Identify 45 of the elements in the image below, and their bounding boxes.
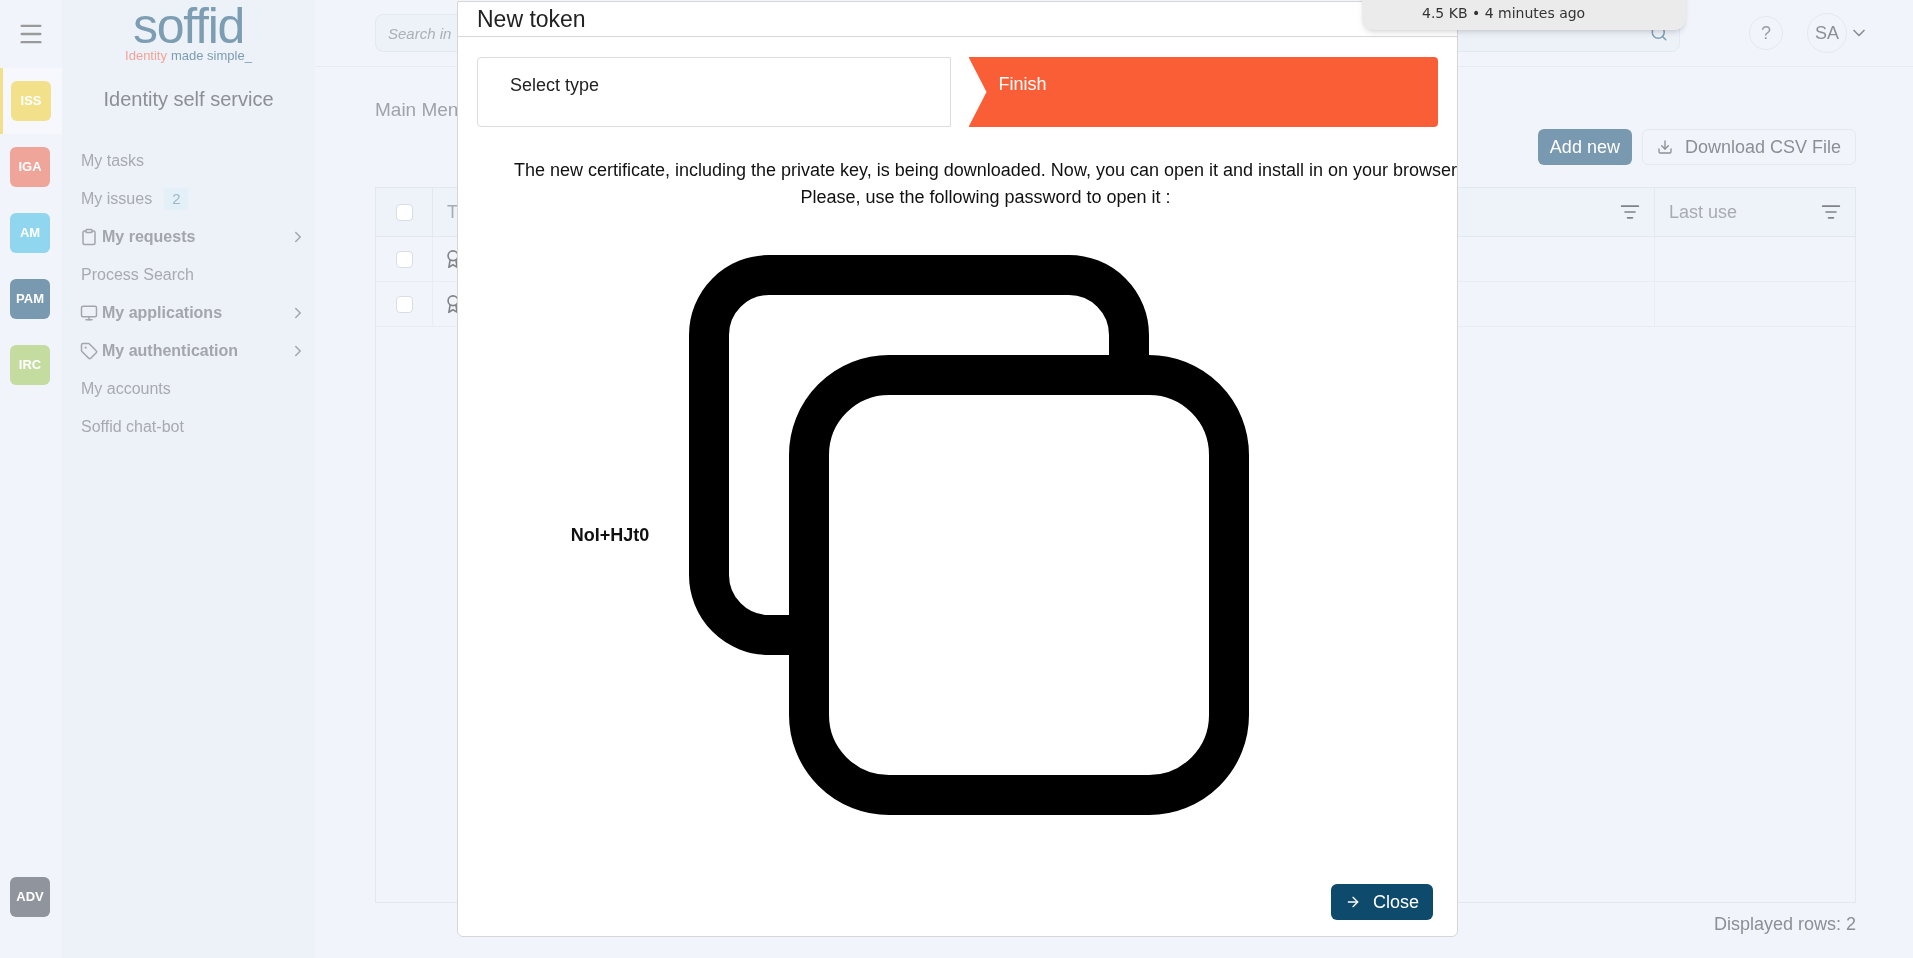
module-tile[interactable]: IGA [10,147,50,187]
wizard-step: Finish [968,57,1438,127]
menu-item[interactable]: My issues [81,187,153,211]
section-title: Identity self service [103,87,274,112]
column-header: Last use [1669,200,1739,224]
breadcrumb: Main Men [375,97,459,122]
count-badge: 2 [164,187,189,211]
download-icon [1656,139,1673,155]
module-tile[interactable]: IRC [10,345,50,385]
checkbox[interactable] [395,295,413,313]
copy-icon[interactable] [689,255,1250,815]
menu-item[interactable]: Process Search [81,263,194,287]
award-icon [447,250,459,268]
wizard-step: Select type [477,57,951,127]
menu-item[interactable]: My accounts [81,377,171,401]
message-text: The new certificate, including the private key, is being downloaded. Now, you can open it and install in on your browser [513,159,1458,182]
message-text: Please, use the following password to open it : [800,186,1171,209]
module-tile[interactable]: ADV [10,877,50,917]
monitor-icon [80,304,98,322]
logo: soffid [132,4,245,48]
checkbox[interactable] [395,203,413,221]
column-header: T [447,200,458,224]
clipboard-icon [80,228,98,246]
add-new-button[interactable]: Add new [1537,129,1632,165]
module-tile[interactable]: PAM [10,279,50,319]
download-csv-button[interactable]: Download CSV File [1641,129,1856,165]
checkbox[interactable] [395,250,413,268]
award-icon [447,295,459,313]
tag-icon [80,342,98,360]
dialog-title: New token [477,4,586,34]
filter-icon[interactable] [1620,202,1640,222]
download-info: 4.5 KB • 4 minutes ago [1422,4,1586,23]
menu-group[interactable]: My authentication [62,332,315,370]
row-count: Displayed rows: 2 [1713,913,1856,936]
password-text: NoI+HJt0 [570,523,650,547]
menu-group[interactable]: My applications [62,294,315,332]
module-tile[interactable]: ISS [11,81,51,121]
menu-group[interactable]: My requests [62,218,315,256]
filter-icon[interactable] [1821,202,1841,222]
tagline: Identity [125,48,167,64]
menu-item[interactable]: Soffid chat-bot [81,415,184,439]
close-button[interactable]: Close [1330,884,1433,920]
module-tile[interactable]: AM [10,213,50,253]
menu-item[interactable]: My tasks [81,149,145,173]
tagline: made simple_ [171,48,252,64]
